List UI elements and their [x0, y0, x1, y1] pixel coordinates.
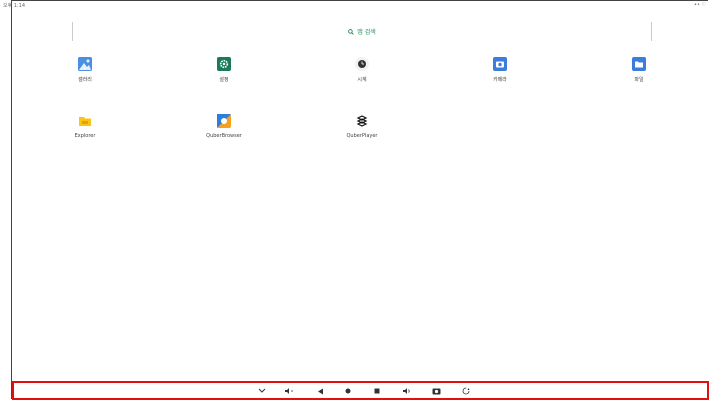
chevron-down-icon[interactable]	[256, 386, 268, 396]
app-clock[interactable]: 시계	[332, 57, 392, 83]
app-search-bar[interactable]: 앱 검색	[72, 22, 652, 41]
app-label: 시계	[357, 77, 367, 83]
home-icon[interactable]	[342, 386, 354, 396]
status-time: 오후 1:14	[3, 3, 26, 9]
status-indicators: •• ♡	[694, 2, 706, 8]
folder-icon	[632, 57, 646, 71]
gallery-icon	[78, 57, 92, 71]
status-bar: 오후 1:14 •• ♡	[0, 0, 709, 12]
back-icon[interactable]	[314, 386, 326, 396]
app-files[interactable]: 파일	[609, 57, 669, 83]
app-quberplayer[interactable]: QuberPlayer	[332, 114, 392, 139]
app-label: QuberBrowser	[206, 133, 242, 139]
app-quberbrowser[interactable]: QuberBrowser	[194, 114, 254, 139]
app-label: 파일	[634, 77, 644, 83]
search-icon	[348, 28, 354, 35]
app-explorer[interactable]: Explorer	[55, 114, 115, 139]
gear-icon	[217, 57, 231, 71]
app-settings[interactable]: 설정	[194, 57, 254, 83]
quberbrowser-icon	[217, 114, 231, 128]
rotate-icon[interactable]	[460, 386, 472, 396]
app-label: 갤러리	[78, 77, 92, 83]
screenshot-icon[interactable]	[430, 386, 442, 396]
app-label: 카메라	[493, 77, 507, 83]
camera-icon	[493, 57, 507, 71]
app-gallery[interactable]: 갤러리	[55, 57, 115, 83]
navigation-bar	[12, 381, 709, 400]
search-label-group: 앱 검색	[348, 27, 376, 36]
app-label: Explorer	[74, 133, 96, 139]
search-label: 앱 검색	[357, 29, 376, 36]
volume-up-icon[interactable]	[401, 386, 413, 396]
app-camera[interactable]: 카메라	[470, 57, 530, 83]
clock-icon	[355, 57, 369, 71]
volume-down-icon[interactable]	[283, 386, 295, 396]
recents-icon[interactable]	[371, 386, 383, 396]
app-label: 설정	[219, 77, 229, 83]
quberplayer-icon	[355, 114, 369, 128]
app-label: QuberPlayer	[346, 133, 378, 139]
explorer-folder-icon	[78, 114, 92, 128]
